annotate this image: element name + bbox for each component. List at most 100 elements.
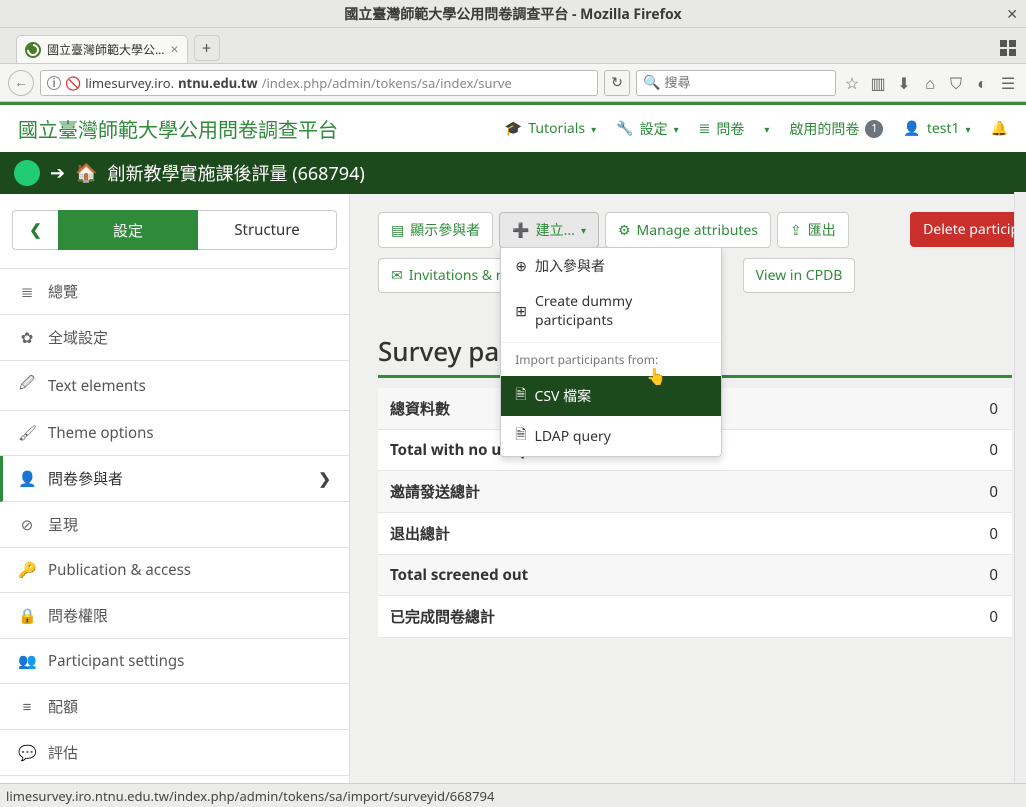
sidebar-item[interactable]: ≡配額 — [0, 684, 349, 730]
browser-tab[interactable]: 國立臺灣師範大學公… × — [16, 35, 188, 63]
site-info-icon[interactable]: i — [47, 76, 61, 90]
menu-label: Text elements — [48, 376, 146, 396]
nav-active-surveys[interactable]: 啟用的問卷1 — [789, 119, 883, 139]
menu-icon: ≡ — [18, 697, 36, 717]
tracking-icon[interactable]: 🚫 — [65, 74, 81, 92]
graduation-icon: 🎓 — [505, 119, 522, 138]
user-icon: 👤 — [903, 119, 920, 138]
all-tabs-button[interactable] — [1000, 40, 1016, 56]
sidebar-item[interactable]: 🖉Text elements — [0, 361, 349, 411]
back-button[interactable]: ← — [8, 70, 34, 96]
stat-value: 0 — [932, 471, 1012, 513]
menu-button[interactable]: ☰ — [998, 72, 1018, 94]
envelope-icon: ✉ — [391, 266, 403, 285]
stat-value: 0 — [932, 430, 1012, 471]
sidebar-item[interactable]: 🔑 Publication & access — [0, 548, 349, 593]
dropdown-import-csv[interactable]: 🗎CSV 檔案 — [501, 376, 721, 416]
menu-label: 問卷參與者 — [48, 468, 123, 489]
home-button[interactable]: ⌂ — [920, 72, 940, 94]
nav-surveys[interactable]: ≣問卷▾ — [699, 119, 770, 139]
sidebar-menu: ≣ 總覽 ✿全域設定🖉Text elements🖌Theme options 👤 問卷參… — [0, 268, 349, 783]
upload-icon: ⇪ — [790, 221, 802, 240]
create-dropdown-button[interactable]: ➕建立...▾ ⊕加入參與者 ⊞Create dummy participant… — [499, 212, 599, 248]
menu-icon: 🔒 — [18, 606, 36, 626]
plus-circle-icon: ⊕ — [515, 257, 527, 276]
menu-icon: ≣ — [18, 282, 36, 302]
gear-icon: ⚙ — [618, 221, 631, 240]
display-participants-button[interactable]: ▤顯示參與者 — [378, 212, 493, 248]
new-tab-button[interactable]: + — [194, 35, 220, 61]
url-pre: limesurvey.iro. — [85, 74, 174, 92]
menu-label: 全域設定 — [48, 327, 108, 348]
stat-label: Total screened out — [378, 555, 932, 596]
left-sidebar: ❮ 設定 Structure ≣ 總覽 ✿全域設定🖉Text elements🖌Th… — [0, 194, 350, 783]
list-icon: ≣ — [699, 119, 711, 138]
search-box[interactable]: 🔍 — [636, 70, 836, 96]
brand-title[interactable]: 國立臺灣師範大學公用問卷調查平台 — [18, 114, 338, 143]
sidebar-item[interactable]: 💬評估 — [0, 730, 349, 776]
shield-icon[interactable]: ⛉ — [946, 72, 966, 94]
extensions-button[interactable]: ◐ — [972, 72, 992, 94]
sidebar-collapse-button[interactable]: ❮ — [12, 210, 58, 250]
stat-label: 退出總計 — [378, 513, 932, 555]
sidebar-item[interactable]: 👤問卷參與者❯ — [0, 456, 349, 502]
invitations-button[interactable]: ✉Invitations & r — [378, 258, 515, 293]
status-text: limesurvey.iro.ntnu.edu.tw/index.php/adm… — [6, 787, 494, 805]
home-icon[interactable]: 🏠 — [75, 161, 97, 185]
sidebar-tab-settings[interactable]: 設定 — [58, 210, 198, 250]
menu-label: Publication & access — [48, 560, 191, 580]
export-button[interactable]: ⇪匯出 — [777, 212, 849, 248]
survey-header: ➔ 🏠 創新教學實施課後評量 (668794) — [0, 152, 1026, 194]
menu-icon: 🔑 — [18, 560, 36, 580]
window-close-button[interactable]: ✕ — [1006, 5, 1018, 24]
menu-label: 總覽 — [48, 281, 78, 302]
search-input[interactable] — [664, 75, 829, 90]
table-row: 邀請發送總計0 — [378, 471, 1012, 513]
url-bar[interactable]: i 🚫 limesurvey.iro.ntnu.edu.tw/index.php… — [40, 70, 598, 96]
menu-icon: 👤 — [18, 469, 36, 489]
sidebar-item[interactable]: ✿全域設定 — [0, 315, 349, 361]
table-row: Total screened out0 — [378, 555, 1012, 596]
stat-value: 0 — [932, 596, 1012, 638]
search-icon: 🔍 — [643, 73, 660, 92]
sidebar-item[interactable]: 🖌Theme options — [0, 411, 349, 456]
sidebar-tab-structure[interactable]: Structure — [198, 210, 337, 250]
bookmark-button[interactable]: ☆ — [842, 72, 862, 94]
scrollbar[interactable] — [1014, 192, 1026, 783]
table-row: 退出總計0 — [378, 513, 1012, 555]
sidebar-item[interactable]: 🔒 問卷權限 — [0, 593, 349, 639]
browser-tabstrip: 國立臺灣師範大學公… × + — [0, 28, 1026, 64]
downloads-button[interactable]: ⬇ — [894, 72, 914, 94]
nav-tutorials[interactable]: 🎓Tutorials▾ — [505, 119, 596, 138]
create-dropdown-menu: ⊕加入參與者 ⊞Create dummy participants Import… — [500, 247, 722, 457]
tab-close-button[interactable]: × — [171, 40, 179, 59]
nav-user[interactable]: 👤test1▾ — [903, 119, 970, 138]
window-title: 國立臺灣師範大學公用問卷調查平台 - Mozilla Firefox — [344, 4, 681, 24]
sidebar-item[interactable]: ≣ 總覽 — [0, 269, 349, 315]
delete-table-button[interactable]: Delete participa — [910, 212, 1026, 247]
limesurvey-logo-icon[interactable] — [14, 160, 40, 186]
sidebar-item[interactable]: ⊘呈現 — [0, 502, 349, 548]
dropdown-add-participant[interactable]: ⊕加入參與者 — [501, 248, 721, 284]
dropdown-create-dummy[interactable]: ⊞Create dummy participants — [501, 284, 721, 338]
nav-notifications[interactable]: 🔔 — [991, 119, 1008, 138]
survey-title[interactable]: 創新教學實施課後評量 (668794) — [108, 160, 365, 186]
reload-button[interactable]: ↻ — [604, 70, 630, 96]
view-cpdb-button[interactable]: View in CPDB — [743, 258, 856, 293]
file-icon: 🗎 — [515, 384, 526, 408]
pocket-button[interactable]: ▥ — [868, 72, 888, 94]
wrench-icon: 🔧 — [616, 119, 633, 138]
sidebar-item[interactable]: 📶Notifications & data — [0, 776, 349, 783]
sidebar-item[interactable]: 👥Participant settings — [0, 639, 349, 684]
menu-icon: 👥 — [18, 651, 36, 671]
menu-label: 問卷權限 — [48, 605, 108, 626]
dropdown-import-ldap[interactable]: 🗎LDAP query — [501, 416, 721, 456]
manage-attributes-button[interactable]: ⚙Manage attributes — [605, 212, 771, 248]
dropdown-import-header: Import participants from: — [501, 342, 721, 376]
sidebar-tabswitch: ❮ 設定 Structure — [0, 194, 349, 254]
nav-settings[interactable]: 🔧設定▾ — [616, 119, 678, 139]
table-row: 已完成問卷總計0 — [378, 596, 1012, 638]
toolbar-row1: ▤顯示參與者 ➕建立...▾ ⊕加入參與者 ⊞Create dummy part… — [378, 212, 1026, 248]
status-bar: limesurvey.iro.ntnu.edu.tw/index.php/adm… — [0, 783, 1026, 807]
stat-label: 邀請發送總計 — [378, 471, 932, 513]
